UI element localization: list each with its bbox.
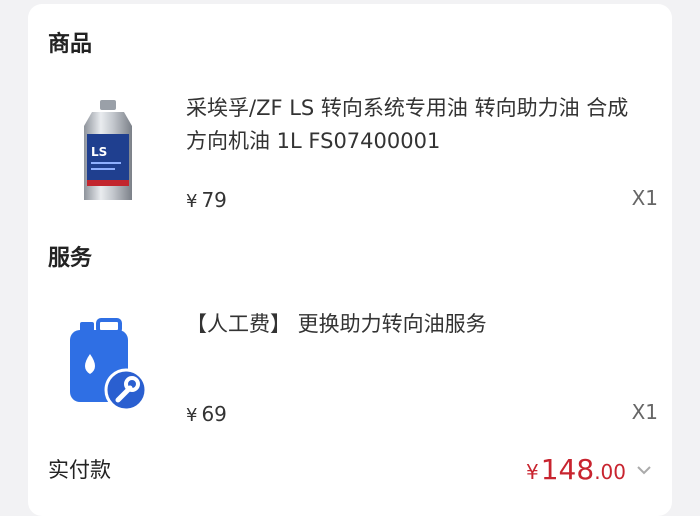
- total-decimal: .00: [594, 460, 626, 484]
- goods-title[interactable]: 采埃孚/ZF LS 转向系统专用油 转向助力油 合成方向机油 1L FS0740…: [186, 92, 636, 158]
- total-integer: 148: [540, 453, 595, 486]
- goods-currency: ¥: [186, 191, 198, 212]
- service-price: ¥69: [186, 404, 227, 425]
- total-label: 实付款: [48, 458, 111, 482]
- svg-text:LS: LS: [91, 145, 107, 159]
- service-price-value: 69: [201, 402, 227, 426]
- fluid-canister-wrench-icon: [70, 318, 148, 412]
- total-amount[interactable]: ¥ 148 .00: [526, 456, 652, 484]
- goods-price: ¥79: [186, 190, 227, 211]
- goods-section-title: 商品: [48, 32, 93, 57]
- order-card: 商品 LS 采埃孚/ZF LS 转向系统专用油 转向助力油 合成方向机油 1L …: [28, 4, 672, 516]
- service-quantity: X1: [631, 400, 658, 424]
- chevron-down-icon[interactable]: [636, 462, 652, 478]
- goods-price-value: 79: [201, 188, 227, 212]
- service-currency: ¥: [186, 405, 198, 426]
- goods-thumbnail[interactable]: LS: [54, 96, 164, 206]
- service-title[interactable]: 【人工费】 更换助力转向油服务: [186, 308, 636, 341]
- goods-quantity: X1: [631, 186, 658, 210]
- service-section-title: 服务: [48, 246, 93, 271]
- total-currency: ¥: [526, 460, 539, 484]
- service-thumbnail[interactable]: [62, 314, 172, 424]
- oil-bottle-icon: LS: [84, 100, 132, 200]
